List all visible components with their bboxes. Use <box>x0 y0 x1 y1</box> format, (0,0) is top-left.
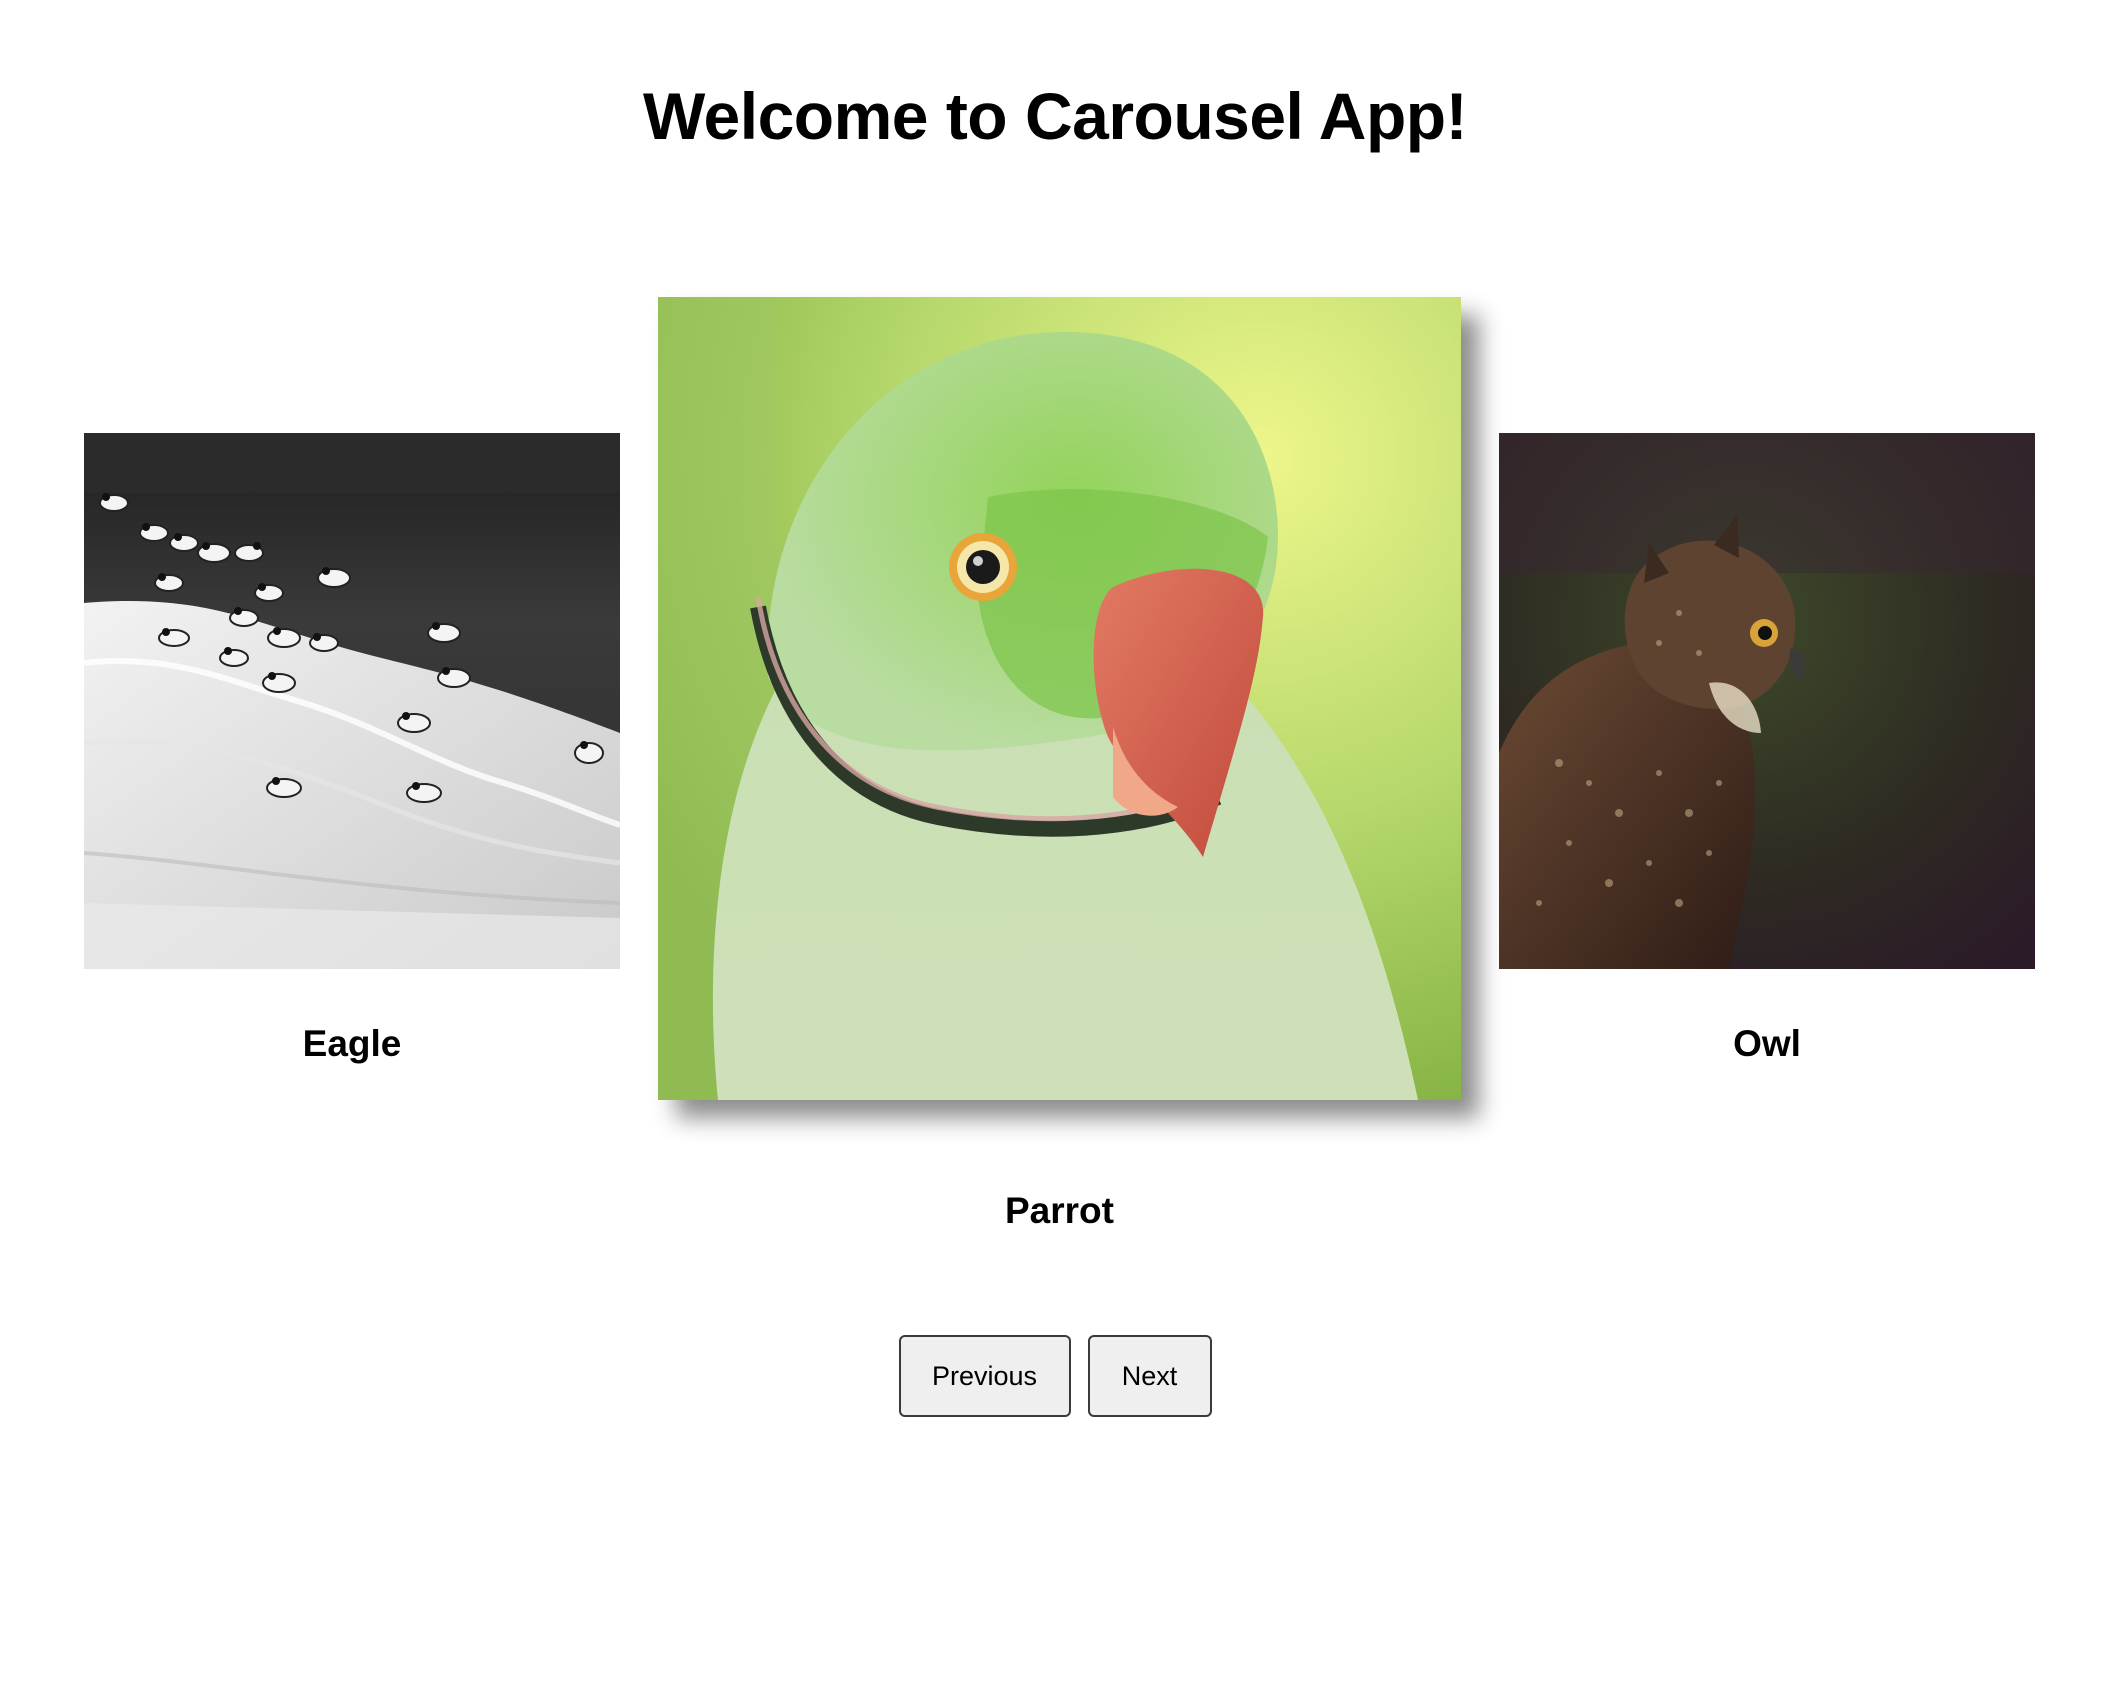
slide-image-owl <box>1499 433 2035 969</box>
slide-caption-owl: Owl <box>1733 1023 1801 1064</box>
next-button[interactable]: Next <box>1087 1335 1212 1417</box>
slide-image-eagle <box>84 433 620 969</box>
carousel-slide-next[interactable]: Owl <box>1499 433 2035 1073</box>
previous-button[interactable]: Previous <box>898 1335 1071 1417</box>
slide-image-parrot <box>658 297 1461 1100</box>
slide-caption-parrot: Parrot <box>1005 1190 1114 1231</box>
carousel-slide-active[interactable]: Parrot <box>658 297 1461 1247</box>
carousel-slide-previous[interactable]: Eagle <box>84 433 620 1073</box>
slide-caption-eagle: Eagle <box>302 1023 402 1064</box>
carousel-app-page: Welcome to Carousel App! Eagle Parrot Ow… <box>0 0 2110 1690</box>
carousel-controls: Previous Next <box>0 1335 2110 1417</box>
page-title: Welcome to Carousel App! <box>642 79 1468 153</box>
